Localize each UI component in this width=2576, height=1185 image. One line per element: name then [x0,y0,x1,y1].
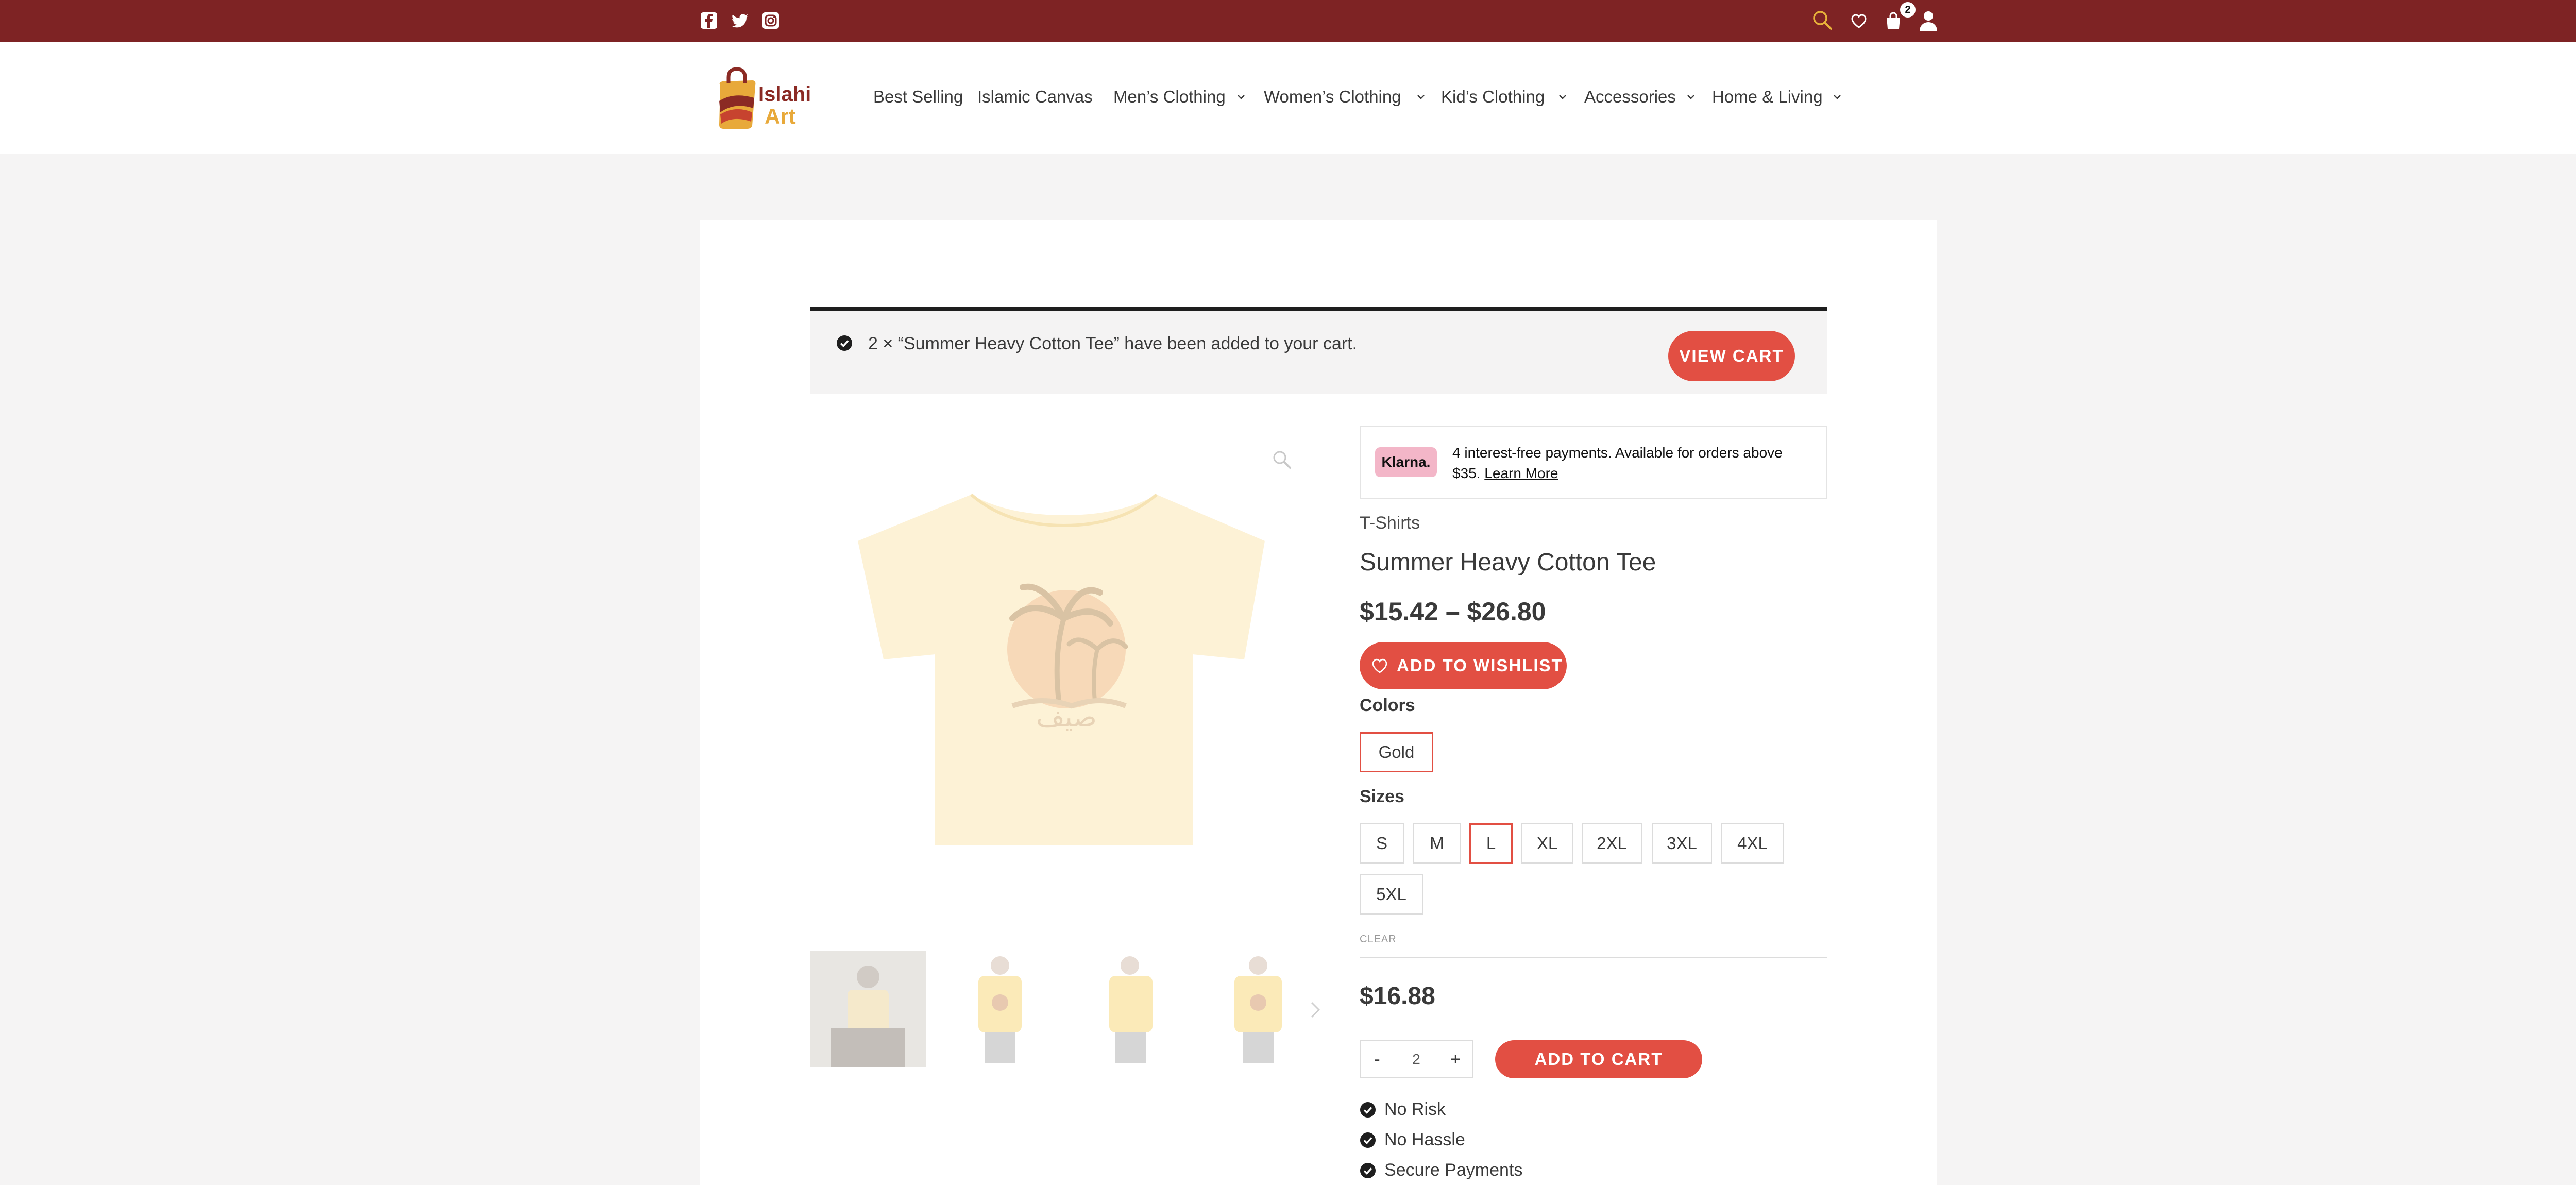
facebook-icon[interactable] [700,11,718,30]
chevron-down-icon [1238,95,1245,99]
size-swatch-s[interactable]: S [1360,823,1404,864]
add-to-wishlist-button[interactable]: ADD TO WISHLIST [1360,642,1567,689]
product-title: Summer Heavy Cotton Tee [1360,549,1656,576]
nav-womens-clothing[interactable]: Women’s Clothing [1264,87,1401,107]
clear-selection-link[interactable]: CLEAR [1360,934,1397,945]
nav-home-living[interactable]: Home & Living [1712,87,1823,107]
instagram-icon[interactable] [761,11,780,30]
heart-icon[interactable] [1851,13,1867,29]
check-circle-icon [1360,1163,1376,1178]
size-swatch-2xl[interactable]: 2XL [1582,823,1642,864]
cart-icon[interactable] [1885,11,1902,30]
size-swatch-xl[interactable]: XL [1521,823,1573,864]
thumbnail-4[interactable] [1200,951,1316,1066]
chevron-down-icon [1687,95,1694,99]
nav-accessories[interactable]: Accessories [1584,87,1676,107]
product-main-image[interactable]: صيف [837,484,1291,866]
svg-text:صيف: صيف [1036,701,1097,733]
notice-message: 2 × “Summer Heavy Cotton Tee” have been … [868,334,1358,353]
cart-count-badge: 2 [1900,2,1916,18]
add-to-cart-button[interactable]: ADD TO CART [1495,1040,1702,1078]
search-icon[interactable] [1811,9,1833,31]
benefit-label: Secure Payments [1384,1160,1523,1180]
view-cart-button[interactable]: VIEW CART [1668,331,1795,381]
price-range: $15.42 – $26.80 [1360,597,1546,626]
product-category[interactable]: T-Shirts [1360,513,1420,533]
size-swatch-l[interactable]: L [1469,823,1513,864]
benefit-label: No Hassle [1384,1130,1465,1149]
quantity-decrease-button[interactable]: - [1361,1041,1394,1077]
quantity-input[interactable]: 2 [1397,1041,1436,1077]
benefit-label: No Risk [1384,1099,1446,1119]
thumbnail-3[interactable] [1074,951,1190,1066]
size-swatch-5xl[interactable]: 5XL [1360,874,1423,915]
divider [1360,957,1827,958]
thumbnail-1[interactable] [810,951,926,1066]
twitter-icon[interactable] [731,11,749,30]
chevron-down-icon [1417,95,1425,99]
svg-text:Art: Art [765,104,796,128]
cart-notice: 2 × “Summer Heavy Cotton Tee” have been … [810,307,1827,394]
svg-text:Islahi: Islahi [758,83,811,106]
site-header: Islahi Art Best Selling Islamic Canvas M… [0,42,2576,154]
sizes-label: Sizes [1360,787,1404,806]
site-logo[interactable]: Islahi Art [711,65,814,132]
nav-best-selling[interactable]: Best Selling [873,87,963,107]
klarna-learn-more-link[interactable]: Learn More [1484,465,1558,481]
quantity-increase-button[interactable]: + [1439,1041,1472,1077]
klarna-banner: Klarna. 4 interest-free payments. Availa… [1360,426,1827,499]
colors-label: Colors [1360,696,1415,715]
wishlist-label: ADD TO WISHLIST [1397,656,1563,675]
chevron-right-icon[interactable] [1308,1000,1323,1020]
chevron-down-icon [1559,95,1566,99]
user-icon[interactable] [1919,10,1938,31]
size-swatch-m[interactable]: M [1413,823,1461,864]
check-circle-icon [1360,1102,1376,1118]
klarna-message: 4 interest-free payments. Available for … [1452,443,1813,484]
thumbnail-2[interactable] [942,951,1058,1066]
klarna-logo: Klarna. [1375,447,1437,477]
magnify-icon[interactable] [1272,449,1292,470]
size-swatch-3xl[interactable]: 3XL [1652,823,1712,864]
nav-mens-clothing[interactable]: Men’s Clothing [1113,87,1226,107]
nav-kids-clothing[interactable]: Kid’s Clothing [1441,87,1545,107]
check-circle-icon [837,335,852,351]
variation-price: $16.88 [1360,983,1435,1010]
color-swatch-gold[interactable]: Gold [1360,732,1433,772]
top-bar: 2 [0,0,2576,42]
size-swatch-4xl[interactable]: 4XL [1721,823,1784,864]
check-circle-icon [1360,1132,1376,1148]
nav-islamic-canvas[interactable]: Islamic Canvas [977,87,1093,107]
quantity-stepper: - 2 + [1360,1040,1473,1078]
chevron-down-icon [1834,95,1841,99]
heart-icon [1372,658,1387,673]
